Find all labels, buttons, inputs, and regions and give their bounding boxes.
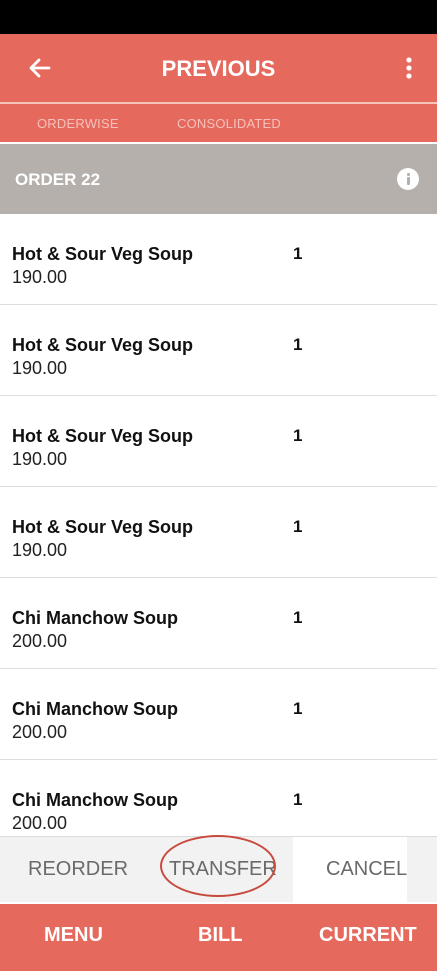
list-item[interactable]: Chi Manchow Soup 200.00 1 xyxy=(0,669,437,760)
page-title: PREVIOUS xyxy=(161,56,276,81)
item-name: Chi Manchow Soup xyxy=(12,608,178,628)
info-icon[interactable] xyxy=(397,168,419,190)
nav-current[interactable]: CURRENT xyxy=(319,924,417,947)
item-name: Hot & Sour Veg Soup xyxy=(12,244,194,264)
tab-bar: ORDERWISE CONSOLIDATED xyxy=(0,104,437,142)
item-price: 200.00 xyxy=(12,722,68,742)
list-item[interactable]: Chi Manchow Soup 200.00 1 xyxy=(0,578,437,669)
reorder-button[interactable]: REORDER xyxy=(28,858,128,881)
list-item[interactable]: Hot & Sour Veg Soup 190.00 1 xyxy=(0,487,437,578)
item-price: 190.00 xyxy=(12,540,68,560)
status-bar xyxy=(0,0,437,34)
item-qty: 1 xyxy=(293,335,303,354)
annotation-circle xyxy=(160,835,276,897)
item-name: Hot & Sour Veg Soup xyxy=(12,335,194,355)
order-item-list: Hot & Sour Veg Soup 190.00 1 Hot & Sour … xyxy=(0,214,437,836)
item-qty: 1 xyxy=(293,608,303,627)
order-title: ORDER 22 xyxy=(15,170,101,189)
item-name: Hot & Sour Veg Soup xyxy=(12,426,194,446)
bottom-nav: MENU BILL CURRENT xyxy=(0,904,437,971)
item-qty: 1 xyxy=(293,699,303,718)
item-name: Chi Manchow Soup xyxy=(12,790,178,810)
list-item[interactable]: Hot & Sour Veg Soup 190.00 1 xyxy=(0,214,437,305)
item-price: 190.00 xyxy=(12,358,68,378)
item-name: Hot & Sour Veg Soup xyxy=(12,517,194,537)
nav-menu[interactable]: MENU xyxy=(44,924,103,947)
more-vert-icon[interactable] xyxy=(397,52,421,84)
item-qty: 1 xyxy=(293,244,303,263)
app-bar: PREVIOUS xyxy=(0,34,437,102)
item-qty: 1 xyxy=(293,426,303,445)
item-price: 190.00 xyxy=(12,449,68,469)
nav-bill[interactable]: BILL xyxy=(198,924,242,947)
order-header: ORDER 22 xyxy=(0,144,437,214)
list-item[interactable]: Chi Manchow Soup 200.00 1 xyxy=(0,760,437,836)
item-name: Chi Manchow Soup xyxy=(12,699,178,719)
item-qty: 1 xyxy=(293,790,303,809)
item-qty: 1 xyxy=(293,517,303,536)
cancel-button[interactable]: CANCEL xyxy=(326,858,407,881)
item-price: 190.00 xyxy=(12,267,68,287)
item-price: 200.00 xyxy=(12,631,68,651)
list-item[interactable]: Hot & Sour Veg Soup 190.00 1 xyxy=(0,305,437,396)
item-price: 200.00 xyxy=(12,813,68,833)
tab-orderwise[interactable]: ORDERWISE xyxy=(37,116,119,131)
tab-consolidated[interactable]: CONSOLIDATED xyxy=(177,116,281,131)
list-item[interactable]: Hot & Sour Veg Soup 190.00 1 xyxy=(0,396,437,487)
